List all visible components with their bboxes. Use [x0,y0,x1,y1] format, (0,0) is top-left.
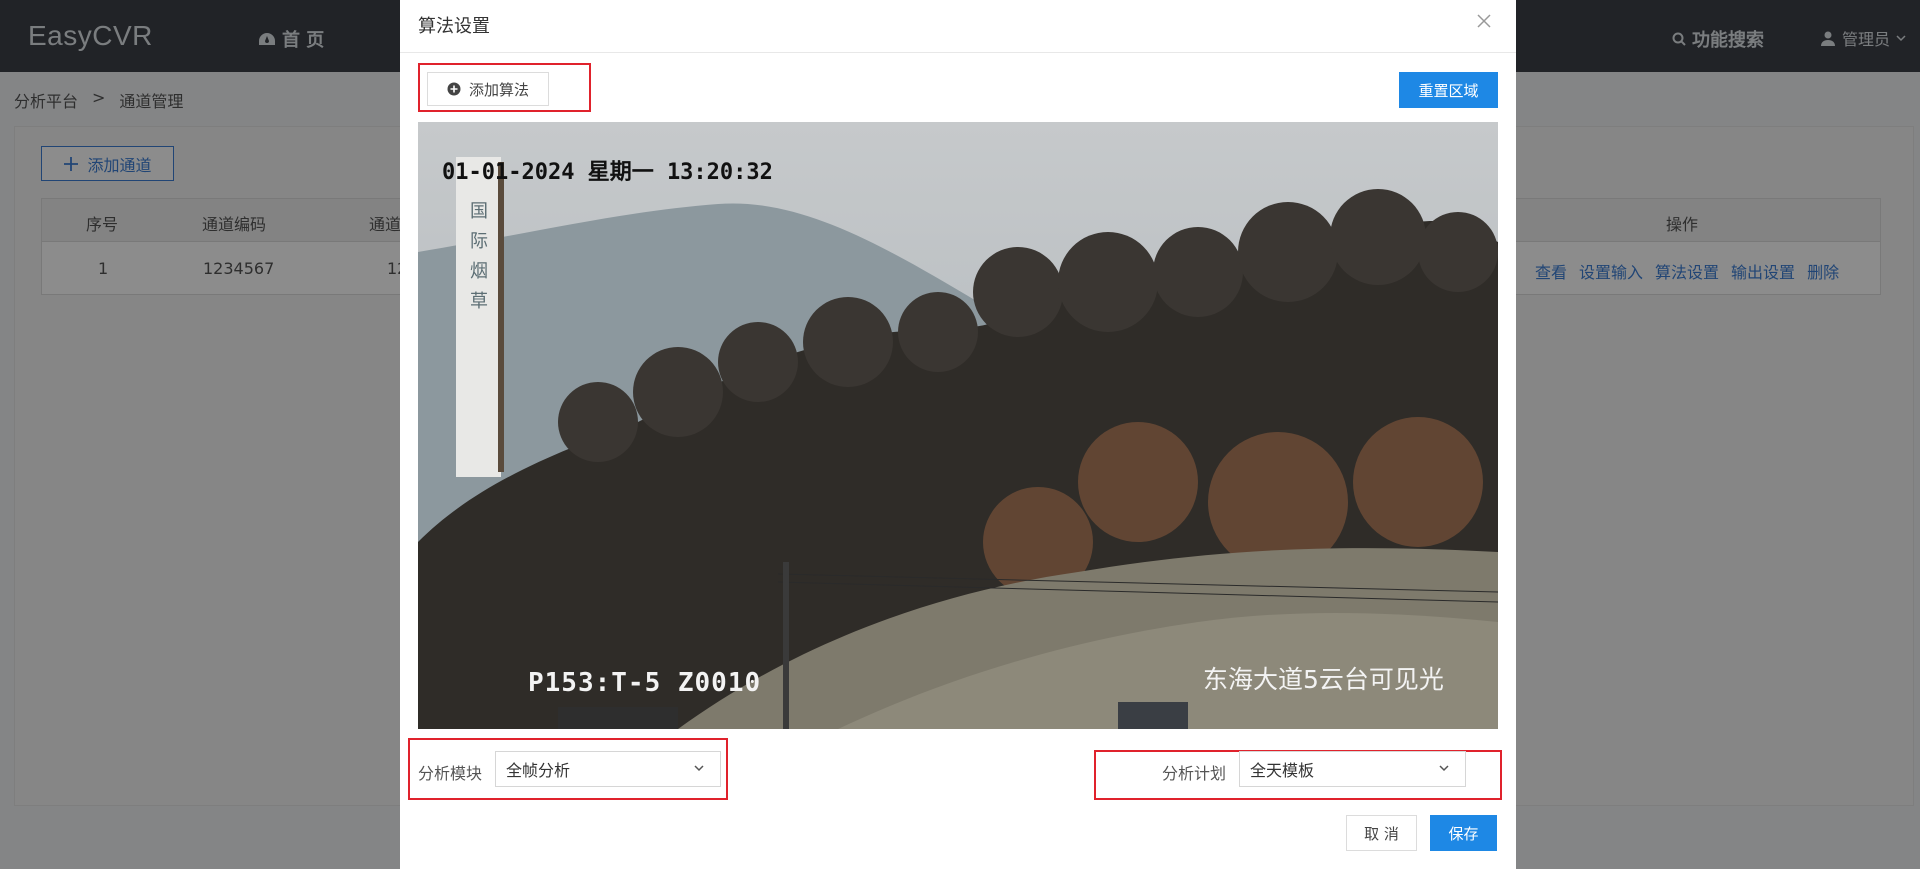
video-camera-code: P153:T-5 Z0010 [528,668,762,698]
analysis-plan-select[interactable]: 全天模板 [1239,751,1466,787]
video-scene: 国 际 烟 草 [418,122,1498,729]
cancel-button[interactable]: 取 消 [1346,815,1417,851]
reset-area-button[interactable]: 重置区域 [1399,72,1498,108]
analysis-plan-label: 分析计划 [1162,764,1227,783]
analysis-module-select[interactable]: 全帧分析 [495,751,721,787]
plus-circle-icon [447,82,461,96]
save-button[interactable]: 保存 [1430,815,1497,851]
dialog-title: 算法设置 [418,16,490,37]
dialog-header-divider [400,52,1516,53]
svg-text:草: 草 [470,291,488,312]
algorithm-settings-dialog: 算法设置 添加算法 重置区域 国 际 烟 草 01-01-2024 星期一 13… [400,0,1516,869]
svg-text:烟: 烟 [470,261,488,282]
analysis-module-value: 全帧分析 [506,761,571,780]
chevron-down-icon [694,765,704,772]
add-algorithm-button[interactable]: 添加算法 [427,72,549,106]
chevron-down-icon [1439,765,1449,772]
svg-text:国: 国 [470,201,488,222]
close-icon[interactable] [1474,12,1494,32]
video-timestamp: 01-01-2024 星期一 13:20:32 [442,160,773,185]
svg-text:际: 际 [470,231,488,252]
add-algorithm-label: 添加算法 [468,80,529,99]
analysis-module-label: 分析模块 [418,764,483,783]
video-location-label: 东海大道5云台可见光 [1203,665,1444,694]
video-preview[interactable]: 国 际 烟 草 01-01-2024 星期一 13:20:32 P153:T-5… [418,122,1498,729]
analysis-plan-value: 全天模板 [1250,761,1315,780]
